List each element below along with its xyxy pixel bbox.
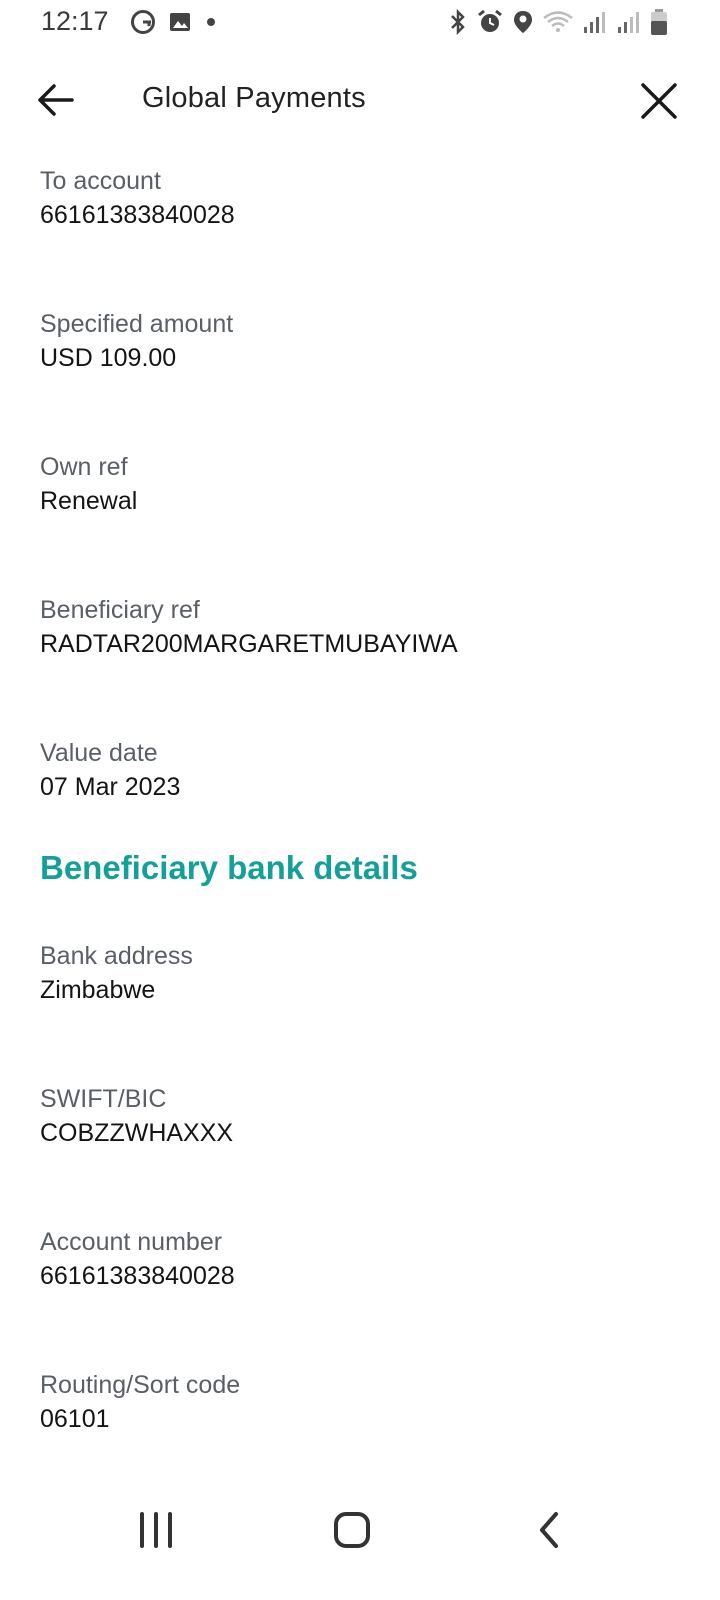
location-icon — [512, 9, 534, 35]
field-routing-sort-code: Routing/Sort code 06101 — [40, 1368, 680, 1436]
field-value: 07 Mar 2023 — [40, 773, 181, 801]
wifi-icon — [542, 9, 574, 35]
field-value: 06101 — [40, 1405, 110, 1433]
field-label: Beneficiary ref — [40, 596, 200, 624]
recent-apps-icon — [140, 1512, 172, 1548]
home-icon — [334, 1512, 370, 1548]
app-bar: Global Payments — [0, 60, 720, 140]
field-label: Value date — [40, 739, 158, 767]
field-label: Specified amount — [40, 310, 234, 338]
field-value: 66161383840028 — [40, 1262, 235, 1290]
page-title: Global Payments — [142, 82, 366, 114]
field-value: RADTAR200MARGARETMUBAYIWA — [40, 630, 458, 658]
close-icon — [641, 83, 677, 119]
signal-icon — [582, 9, 608, 35]
alarm-icon — [476, 8, 504, 36]
field-account-number: Account number 66161383840028 — [40, 1225, 680, 1293]
section-heading-beneficiary-bank: Beneficiary bank details — [40, 849, 418, 886]
status-right-icons — [448, 8, 668, 36]
dot-icon — [204, 15, 218, 29]
field-swift-bic: SWIFT/BIC COBZZWHAXXX — [40, 1082, 680, 1150]
field-value: USD 109.00 — [40, 344, 177, 372]
field-value-date: Value date 07 Mar 2023 — [40, 736, 680, 804]
nav-back-button[interactable] — [520, 1500, 580, 1560]
status-bar: 12:17 — [0, 0, 720, 46]
field-label: To account — [40, 167, 161, 195]
field-label: Own ref — [40, 453, 128, 481]
field-value: COBZZWHAXXX — [40, 1119, 234, 1147]
field-value: Renewal — [40, 487, 138, 515]
back-button[interactable] — [34, 78, 78, 122]
battery-icon — [650, 8, 668, 36]
field-label: Routing/Sort code — [40, 1371, 241, 1399]
chevron-left-icon — [540, 1512, 558, 1548]
field-value: Zimbabwe — [40, 976, 156, 1004]
field-bank-address: Bank address Zimbabwe — [40, 939, 680, 1007]
field-specified-amount: Specified amount USD 109.00 — [40, 307, 680, 375]
field-label: Account number — [40, 1228, 223, 1256]
recent-apps-button[interactable] — [126, 1500, 186, 1560]
field-own-ref: Own ref Renewal — [40, 450, 680, 518]
signal-icon-2 — [616, 9, 642, 35]
field-label: Bank address — [40, 942, 193, 970]
navigation-bar — [0, 1480, 720, 1600]
gallery-icon — [168, 10, 192, 34]
status-left-icons — [130, 9, 218, 35]
field-to-account: To account 66161383840028 — [40, 164, 680, 232]
arrow-left-icon — [38, 84, 74, 116]
field-value: 66161383840028 — [40, 201, 235, 229]
bluetooth-icon — [448, 9, 468, 35]
g-icon — [130, 9, 156, 35]
home-button[interactable] — [322, 1500, 382, 1560]
field-label: SWIFT/BIC — [40, 1085, 167, 1113]
status-time: 12:17 — [41, 6, 109, 36]
field-beneficiary-ref: Beneficiary ref RADTAR200MARGARETMUBAYIW… — [40, 593, 680, 661]
close-button[interactable] — [636, 78, 682, 124]
